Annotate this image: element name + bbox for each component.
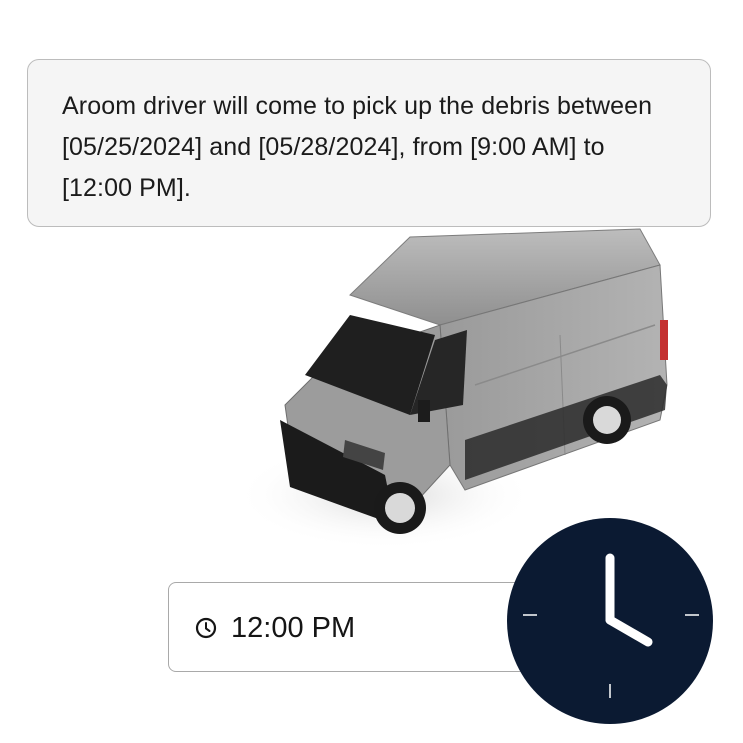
time-value: 12:00 PM bbox=[231, 612, 356, 644]
clock-face-icon bbox=[507, 518, 713, 724]
clock-outline-icon bbox=[195, 617, 217, 639]
pickup-message-text: Aroom driver will come to pick up the de… bbox=[62, 92, 653, 202]
delivery-van-illustration bbox=[235, 228, 668, 550]
message-bubble: Aroom driver will come to pick up the de… bbox=[27, 59, 711, 227]
